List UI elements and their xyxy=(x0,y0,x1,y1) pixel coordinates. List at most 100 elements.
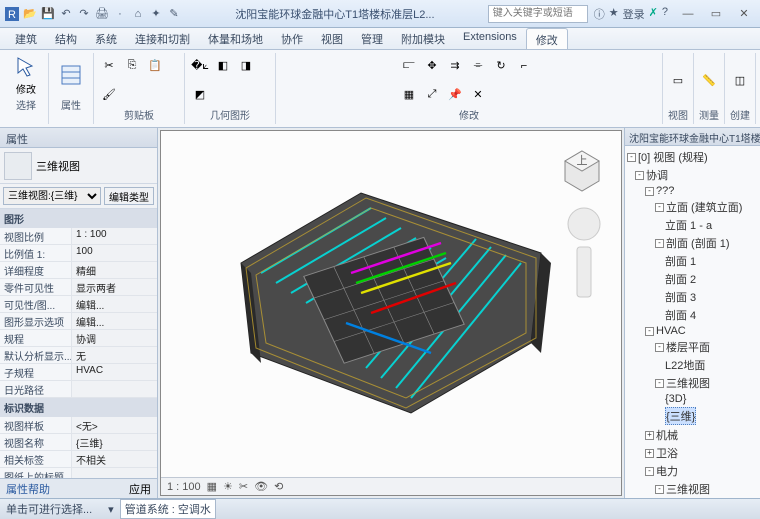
close-button[interactable]: ✕ xyxy=(732,5,756,23)
print-icon[interactable]: 🖨 xyxy=(94,6,110,22)
vs-icon[interactable]: ▦ xyxy=(207,480,217,493)
select-tool[interactable]: 修改 xyxy=(9,53,43,97)
tree-node[interactable]: +卫浴 xyxy=(627,444,758,462)
tree-node[interactable]: L22地面 xyxy=(627,356,758,374)
dim-icon[interactable]: ✎ xyxy=(166,6,182,22)
tree-node[interactable]: -三维视图 xyxy=(627,480,758,498)
measure-icon[interactable]: 📏 xyxy=(699,70,719,90)
mirror-icon[interactable]: ⌯ xyxy=(468,56,488,76)
save-icon[interactable]: 💾 xyxy=(40,6,56,22)
vs-icon5[interactable]: ⟲ xyxy=(274,480,283,493)
tab-10[interactable]: 修改 xyxy=(526,28,568,49)
paste-icon[interactable]: 📋 xyxy=(145,56,165,76)
tree-node[interactable]: 剖面 3 xyxy=(627,288,758,306)
expand-icon[interactable]: - xyxy=(627,153,636,162)
open-icon[interactable]: 📂 xyxy=(22,6,38,22)
cope-icon[interactable]: �⟀ xyxy=(190,56,210,76)
tab-9[interactable]: Extensions xyxy=(454,28,526,49)
tab-0[interactable]: 建筑 xyxy=(6,28,46,49)
model-3d[interactable] xyxy=(201,148,581,448)
expand-icon[interactable]: - xyxy=(645,187,654,196)
array-icon[interactable]: ▦ xyxy=(399,84,419,104)
vs-icon4[interactable]: 👁 xyxy=(254,480,268,493)
prop-row[interactable]: 相关标签不相关 xyxy=(0,451,157,468)
expand-icon[interactable]: - xyxy=(635,171,644,180)
prop-row[interactable]: 图形显示选项编辑... xyxy=(0,313,157,330)
offset-icon[interactable]: ⇉ xyxy=(445,56,465,76)
props-apply[interactable]: 应用 xyxy=(129,481,151,496)
info-icon[interactable]: ⓘ xyxy=(594,6,605,22)
prop-row[interactable]: 子规程HVAC xyxy=(0,364,157,381)
app-icon[interactable]: R xyxy=(4,6,20,22)
tab-5[interactable]: 协作 xyxy=(272,28,312,49)
login-link[interactable]: 登录 xyxy=(623,6,645,22)
view-cube[interactable]: 上 xyxy=(557,145,607,195)
prop-row[interactable]: 零件可见性显示两者 xyxy=(0,279,157,296)
tab-2[interactable]: 系统 xyxy=(86,28,126,49)
tree-node[interactable]: -[0] 视图 (规程) xyxy=(627,148,758,166)
tool-icon[interactable]: ✦ xyxy=(148,6,164,22)
tree-node[interactable]: {三维} xyxy=(627,406,758,426)
prop-row[interactable]: 视图名称{三维} xyxy=(0,434,157,451)
redo-icon[interactable]: ↷ xyxy=(76,6,92,22)
rotate-icon[interactable]: ↻ xyxy=(491,56,511,76)
tree-node[interactable]: -剖面 (剖面 1) xyxy=(627,234,758,252)
scale-icon[interactable]: ⤢ xyxy=(422,84,442,104)
prop-row[interactable]: 视图比例1 : 100 xyxy=(0,228,157,245)
home-icon[interactable]: ⌂ xyxy=(130,6,146,22)
tree-node[interactable]: -三维视图 xyxy=(627,374,758,392)
vs-icon2[interactable]: ☀ xyxy=(223,480,233,493)
trim-icon[interactable]: ⌐ xyxy=(514,56,534,76)
copy-icon[interactable]: ⎘ xyxy=(122,56,142,76)
tree-node[interactable]: -HVAC xyxy=(627,324,758,338)
maximize-button[interactable]: ▭ xyxy=(704,5,728,23)
tab-7[interactable]: 管理 xyxy=(352,28,392,49)
expand-icon[interactable]: - xyxy=(645,467,654,476)
expand-icon[interactable]: - xyxy=(655,203,664,212)
viewport[interactable]: 上 1 : 100 ▦ ☀ ✂ 👁 ⟲ xyxy=(160,130,622,496)
tree-node[interactable]: 立面 1 - a xyxy=(627,216,758,234)
search-input[interactable] xyxy=(488,5,588,23)
tab-4[interactable]: 体量和场地 xyxy=(199,28,272,49)
tree-node[interactable]: -??? xyxy=(627,184,758,198)
tree-node[interactable]: -协调 xyxy=(627,166,758,184)
props-help[interactable]: 属性帮助 xyxy=(6,481,50,496)
type-selector[interactable]: 三维视图:{三维} xyxy=(3,187,101,205)
prop-row[interactable]: 规程协调 xyxy=(0,330,157,347)
prop-row[interactable]: 详细程度精细 xyxy=(0,262,157,279)
prop-row[interactable]: 默认分析显示...无 xyxy=(0,347,157,364)
expand-icon[interactable]: - xyxy=(645,327,654,336)
tree-node[interactable]: -电力 xyxy=(627,462,758,480)
expand-icon[interactable]: - xyxy=(655,379,664,388)
vs-icon3[interactable]: ✂ xyxy=(239,480,248,493)
tree-node[interactable]: -楼层平面 xyxy=(627,338,758,356)
expand-icon[interactable]: - xyxy=(655,485,664,494)
cut-geo-icon[interactable]: ◧ xyxy=(213,56,233,76)
expand-icon[interactable]: - xyxy=(655,239,664,248)
prop-row[interactable]: 可见性/图...编辑... xyxy=(0,296,157,313)
match-icon[interactable]: 🖌 xyxy=(99,84,119,104)
pin-icon[interactable]: 📌 xyxy=(445,84,465,104)
join-icon[interactable]: ◨ xyxy=(236,56,256,76)
prop-row[interactable]: 视图样板<无> xyxy=(0,417,157,434)
tab-3[interactable]: 连接和切割 xyxy=(126,28,199,49)
prop-row[interactable]: 比例值 1:100 xyxy=(0,245,157,262)
expand-icon[interactable]: + xyxy=(645,449,654,458)
tree-node[interactable]: 剖面 2 xyxy=(627,270,758,288)
expand-icon[interactable]: + xyxy=(645,431,654,440)
delete-icon[interactable]: ✕ xyxy=(468,84,488,104)
properties-tool[interactable] xyxy=(54,53,88,97)
nav-wheel[interactable] xyxy=(565,205,603,305)
split-icon[interactable]: ◩ xyxy=(190,84,210,104)
tab-6[interactable]: 视图 xyxy=(312,28,352,49)
create-icon[interactable]: ◫ xyxy=(730,70,750,90)
edit-type-button[interactable]: 编辑类型 xyxy=(104,187,154,205)
tree-node[interactable]: 剖面 1 xyxy=(627,252,758,270)
help-icon[interactable]: ? xyxy=(662,6,668,22)
status-filter[interactable]: 管道系统 : 空调水 xyxy=(120,499,216,519)
tab-1[interactable]: 结构 xyxy=(46,28,86,49)
undo-icon[interactable]: ↶ xyxy=(58,6,74,22)
tab-8[interactable]: 附加模块 xyxy=(392,28,454,49)
align-icon[interactable]: ⫍ xyxy=(399,56,419,76)
move-icon[interactable]: ✥ xyxy=(422,56,442,76)
